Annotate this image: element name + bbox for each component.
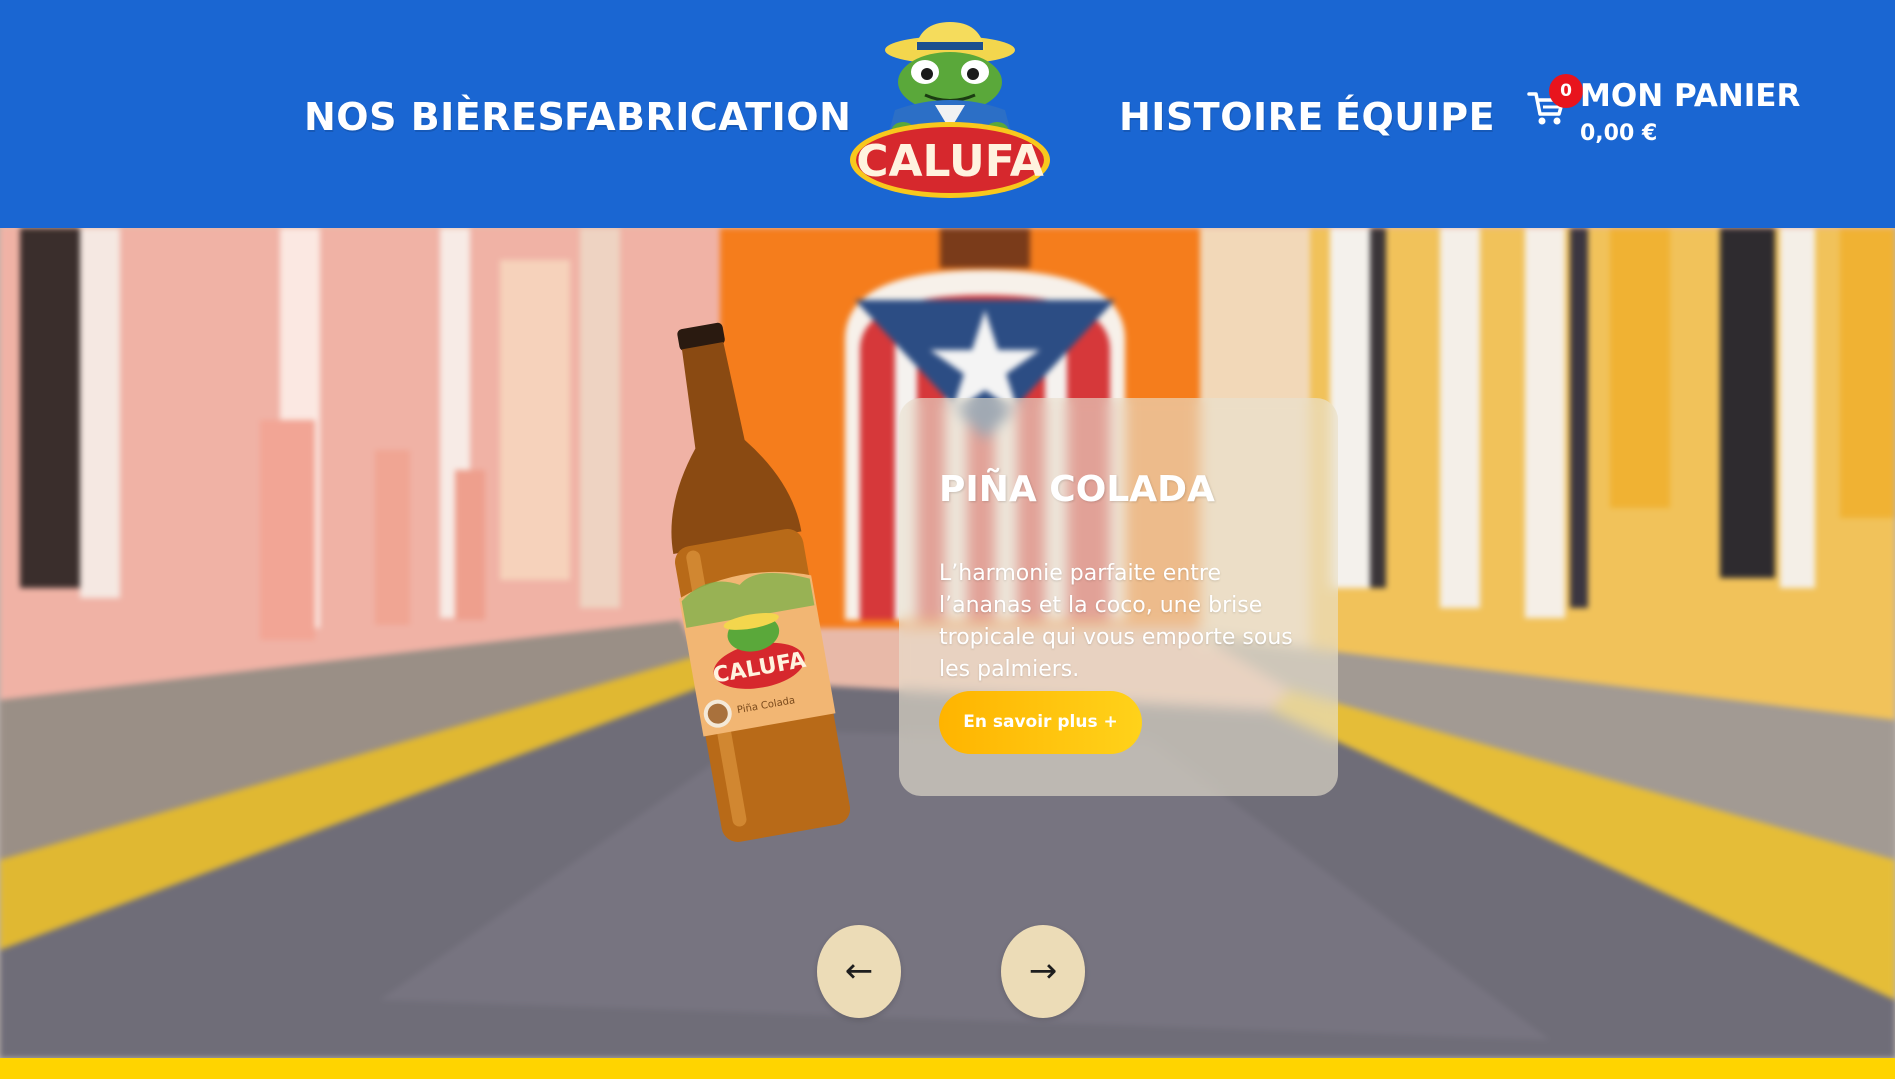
product-card: PIÑA COLADA L’harmonie parfaite entre l’… <box>899 398 1338 796</box>
site-header: NOS BIÈRES FABRICATION CALUFA HISTOIRE É… <box>0 0 1895 228</box>
product-title: PIÑA COLADA <box>939 469 1215 510</box>
calufa-logo[interactable]: CALUFA <box>845 20 1055 200</box>
cart-label[interactable]: MON PANIER <box>1580 78 1800 114</box>
product-description: L’harmonie parfaite entre l’ananas et la… <box>939 561 1293 682</box>
nav-fabrication[interactable]: FABRICATION <box>564 92 851 142</box>
learn-more-button[interactable]: En savoir plus + <box>939 691 1142 754</box>
nav-nos-bieres[interactable]: NOS BIÈRES <box>304 92 565 142</box>
bottom-yellow-strip <box>0 1058 1895 1079</box>
cart-button[interactable]: 0 MON PANIER 0,00 € <box>1520 70 1800 160</box>
cart-count-badge: 0 <box>1549 74 1583 108</box>
carousel-prev-button[interactable]: ← <box>817 925 901 1018</box>
nav-histoire[interactable]: HISTOIRE <box>1119 92 1324 142</box>
nav-equipe[interactable]: ÉQUIPE <box>1335 92 1495 142</box>
beer-bottle-image: CALUFA Piña Colada <box>671 322 850 842</box>
carousel-next-button[interactable]: → <box>1001 925 1085 1018</box>
cart-total: 0,00 € <box>1580 121 1658 146</box>
logo-wordmark: CALUFA <box>856 136 1044 187</box>
